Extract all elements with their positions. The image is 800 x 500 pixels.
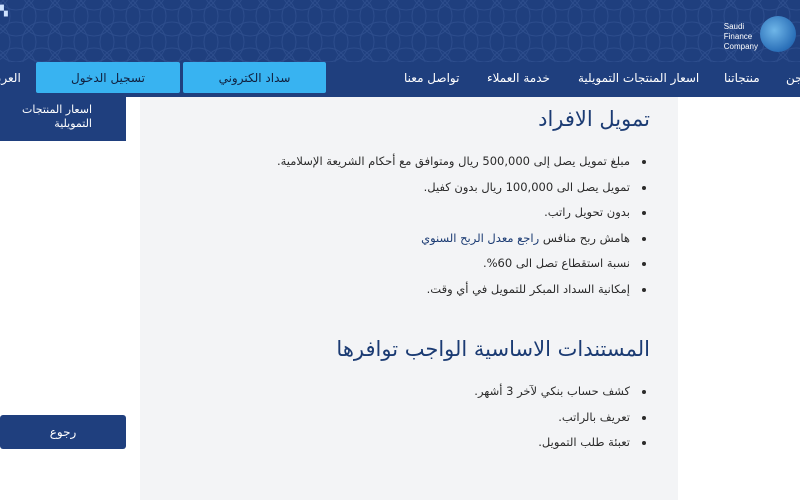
nav-item-contact[interactable]: تواصل معنا xyxy=(404,62,459,97)
nav-item-customer-service[interactable]: خدمة العملاء xyxy=(487,62,550,97)
logo-text: Saudi Finance Company xyxy=(723,22,758,51)
section-title-required-documents: المستندات الاساسية الواجب توافرها xyxy=(336,337,650,361)
back-button[interactable]: رجوع xyxy=(0,415,126,449)
partial-icon: ▚ xyxy=(0,6,8,17)
logo-globe-icon xyxy=(760,16,796,52)
e-payment-button[interactable]: سداد الكتروني xyxy=(183,62,326,93)
nav-item-language[interactable]: العربية xyxy=(0,62,21,97)
main-nav: تسجيل الدخول سداد الكتروني تواصل معنا خد… xyxy=(0,62,800,97)
profit-rate-link[interactable]: راجع معدل الربح السنوي xyxy=(421,231,539,245)
nav-item-products[interactable]: منتجاتنا xyxy=(724,62,760,97)
site-header: ▚ Saudi Finance Company xyxy=(0,0,800,62)
section-title-personal-finance: تمويل الافراد xyxy=(538,107,650,131)
list-item: تعبئة طلب التمويل. xyxy=(474,430,648,456)
main-content: تمويل الافراد مبلغ تمويل يصل إلى 500,000… xyxy=(140,97,678,500)
sidebar-prices-link[interactable]: اسعار المنتجات التمويلية xyxy=(0,97,126,141)
list-item: إمكانية السداد المبكر للتمويل في أي وقت. xyxy=(277,277,648,303)
page-scrollbar[interactable] xyxy=(792,97,800,500)
documents-list: كشف حساب بنكي لآخر 3 أشهر. تعريف بالراتب… xyxy=(474,379,648,456)
nav-item-partial[interactable]: جن xyxy=(786,62,800,97)
list-item: نسبة استقطاع تصل الى 60%. xyxy=(277,251,648,277)
list-item: كشف حساب بنكي لآخر 3 أشهر. xyxy=(474,379,648,405)
list-item: مبلغ تمويل يصل إلى 500,000 ريال ومتوافق … xyxy=(277,149,648,175)
list-item: تمويل يصل الى 100,000 ريال بدون كفيل. xyxy=(277,175,648,201)
header-pattern xyxy=(0,0,800,62)
features-list: مبلغ تمويل يصل إلى 500,000 ريال ومتوافق … xyxy=(277,149,648,302)
nav-item-product-prices[interactable]: اسعار المنتجات التمويلية xyxy=(578,62,699,97)
list-item: بدون تحويل راتب. xyxy=(277,200,648,226)
login-button[interactable]: تسجيل الدخول xyxy=(36,62,180,93)
sidebar-prices-label: اسعار المنتجات التمويلية xyxy=(22,103,92,130)
list-item: هامش ربح منافس راجع معدل الربح السنوي xyxy=(277,226,648,252)
company-logo[interactable]: Saudi Finance Company xyxy=(706,10,796,54)
list-item: تعريف بالراتب. xyxy=(474,405,648,431)
